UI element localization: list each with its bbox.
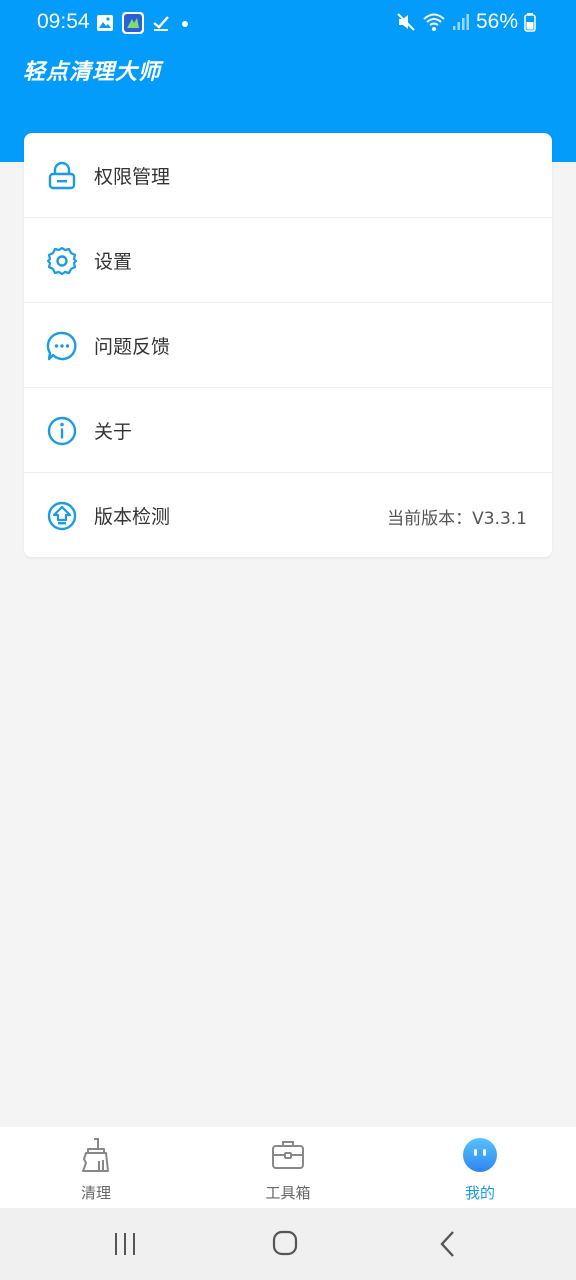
menu-item-label: 关于 xyxy=(94,421,133,443)
nav-tab-toolbox[interactable]: 工具箱 xyxy=(192,1127,384,1208)
check-icon xyxy=(153,16,169,31)
toolbox-icon xyxy=(272,1141,304,1169)
menu-item-permissions[interactable]: 权限管理 xyxy=(24,133,552,218)
chat-icon xyxy=(46,331,77,361)
status-notification-icons xyxy=(96,12,192,34)
menu-item-about[interactable]: 关于 xyxy=(24,388,552,473)
system-navigation-bar xyxy=(0,1208,576,1280)
app-icon xyxy=(122,12,144,34)
broom-icon xyxy=(82,1138,109,1172)
upgrade-icon xyxy=(47,501,77,531)
current-version-text: 当前版本：V3.3.1 xyxy=(387,509,527,529)
menu-item-label: 设置 xyxy=(94,251,133,273)
gear-icon xyxy=(46,246,78,276)
battery-percent: 56% xyxy=(475,10,518,33)
menu-item-label: 权限管理 xyxy=(94,166,171,188)
nav-tab-mine[interactable]: 我的 xyxy=(384,1127,576,1208)
info-icon xyxy=(47,416,77,446)
gallery-icon xyxy=(97,15,113,31)
home-icon[interactable] xyxy=(272,1230,300,1258)
menu-item-version-check[interactable]: 版本检测 当前版本：V3.3.1 xyxy=(24,473,552,558)
status-time: 09:54 xyxy=(37,10,90,33)
back-icon[interactable] xyxy=(438,1230,458,1258)
menu-item-feedback[interactable]: 问题反馈 xyxy=(24,303,552,388)
wifi-icon xyxy=(423,13,445,31)
bottom-nav: 清理 工具箱 我的 xyxy=(0,1127,576,1208)
app-title: 轻点清理大师 xyxy=(23,60,162,85)
status-bar: 09:54 56% xyxy=(0,0,576,46)
nav-label: 清理 xyxy=(80,1184,111,1202)
dot-icon xyxy=(182,21,188,27)
recent-apps-icon[interactable] xyxy=(112,1232,138,1256)
lock-icon xyxy=(48,161,76,190)
menu-item-label: 版本检测 xyxy=(94,506,171,528)
nav-label: 我的 xyxy=(464,1184,495,1202)
signal-icon xyxy=(452,14,469,30)
menu-item-settings[interactable]: 设置 xyxy=(24,218,552,303)
nav-label: 工具箱 xyxy=(265,1184,311,1202)
menu-item-label: 问题反馈 xyxy=(94,336,171,358)
mute-icon xyxy=(397,13,415,31)
face-icon xyxy=(463,1138,497,1172)
status-system-icons: 56% xyxy=(396,10,536,34)
nav-tab-clean[interactable]: 清理 xyxy=(0,1127,192,1208)
battery-icon xyxy=(524,13,536,32)
settings-card: 权限管理 设置 问题反馈 关于 版本检测 当前版本：V3.3.1 xyxy=(24,133,552,557)
